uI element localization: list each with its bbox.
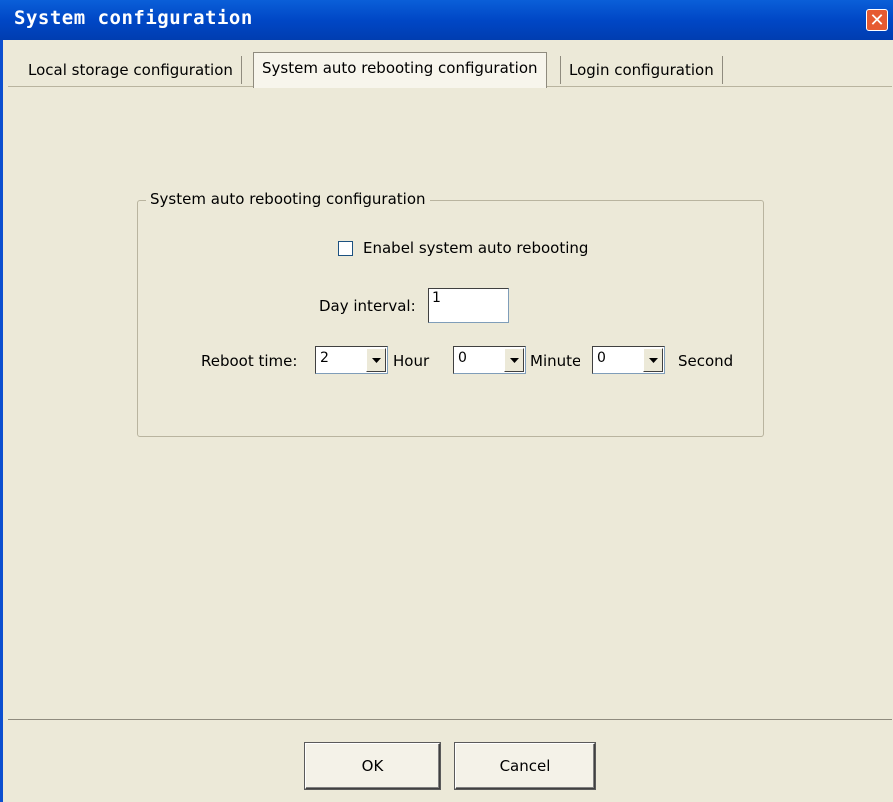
day-interval-value: 1 [432, 290, 441, 306]
day-interval-label: Day interval: [319, 297, 416, 315]
cancel-button-label: Cancel [499, 757, 551, 775]
tab-label: Login configuration [569, 61, 714, 79]
second-label: Second [678, 352, 734, 370]
hour-select[interactable]: 2 [315, 346, 388, 374]
window-title: System configuration [14, 7, 253, 29]
cancel-button[interactable]: Cancel [455, 743, 595, 789]
tab-system-auto-rebooting[interactable]: System auto rebooting configuration [253, 52, 547, 88]
groupbox-title: System auto rebooting configuration [146, 190, 430, 208]
close-icon: ✕ [869, 10, 885, 31]
tab-label: System auto rebooting configuration [262, 59, 538, 77]
tab-label: Local storage configuration [28, 61, 233, 79]
second-select[interactable]: 0 [592, 346, 665, 374]
close-button[interactable]: ✕ [866, 9, 888, 31]
chevron-down-icon[interactable] [504, 348, 524, 372]
minute-label: Minute [530, 352, 580, 370]
title-bar: System configuration ✕ [0, 0, 893, 40]
chevron-down-icon[interactable] [643, 348, 663, 372]
ok-button[interactable]: OK [305, 743, 440, 789]
minute-select[interactable]: 0 [453, 346, 526, 374]
ok-button-label: OK [361, 757, 384, 775]
hour-value: 2 [320, 350, 329, 366]
tab-local-storage[interactable]: Local storage configuration [20, 56, 242, 84]
tab-login[interactable]: Login configuration [560, 56, 723, 84]
day-interval-input[interactable]: 1 [428, 288, 509, 323]
enable-auto-reboot-checkbox[interactable] [338, 241, 353, 256]
enable-auto-reboot-label[interactable]: Enabel system auto rebooting [363, 239, 588, 257]
minute-value: 0 [458, 350, 467, 366]
second-value: 0 [597, 350, 606, 366]
window-frame-left [0, 40, 3, 802]
hour-label: Hour [393, 352, 430, 370]
reboot-time-label: Reboot time: [201, 352, 298, 370]
chevron-down-icon[interactable] [366, 348, 386, 372]
